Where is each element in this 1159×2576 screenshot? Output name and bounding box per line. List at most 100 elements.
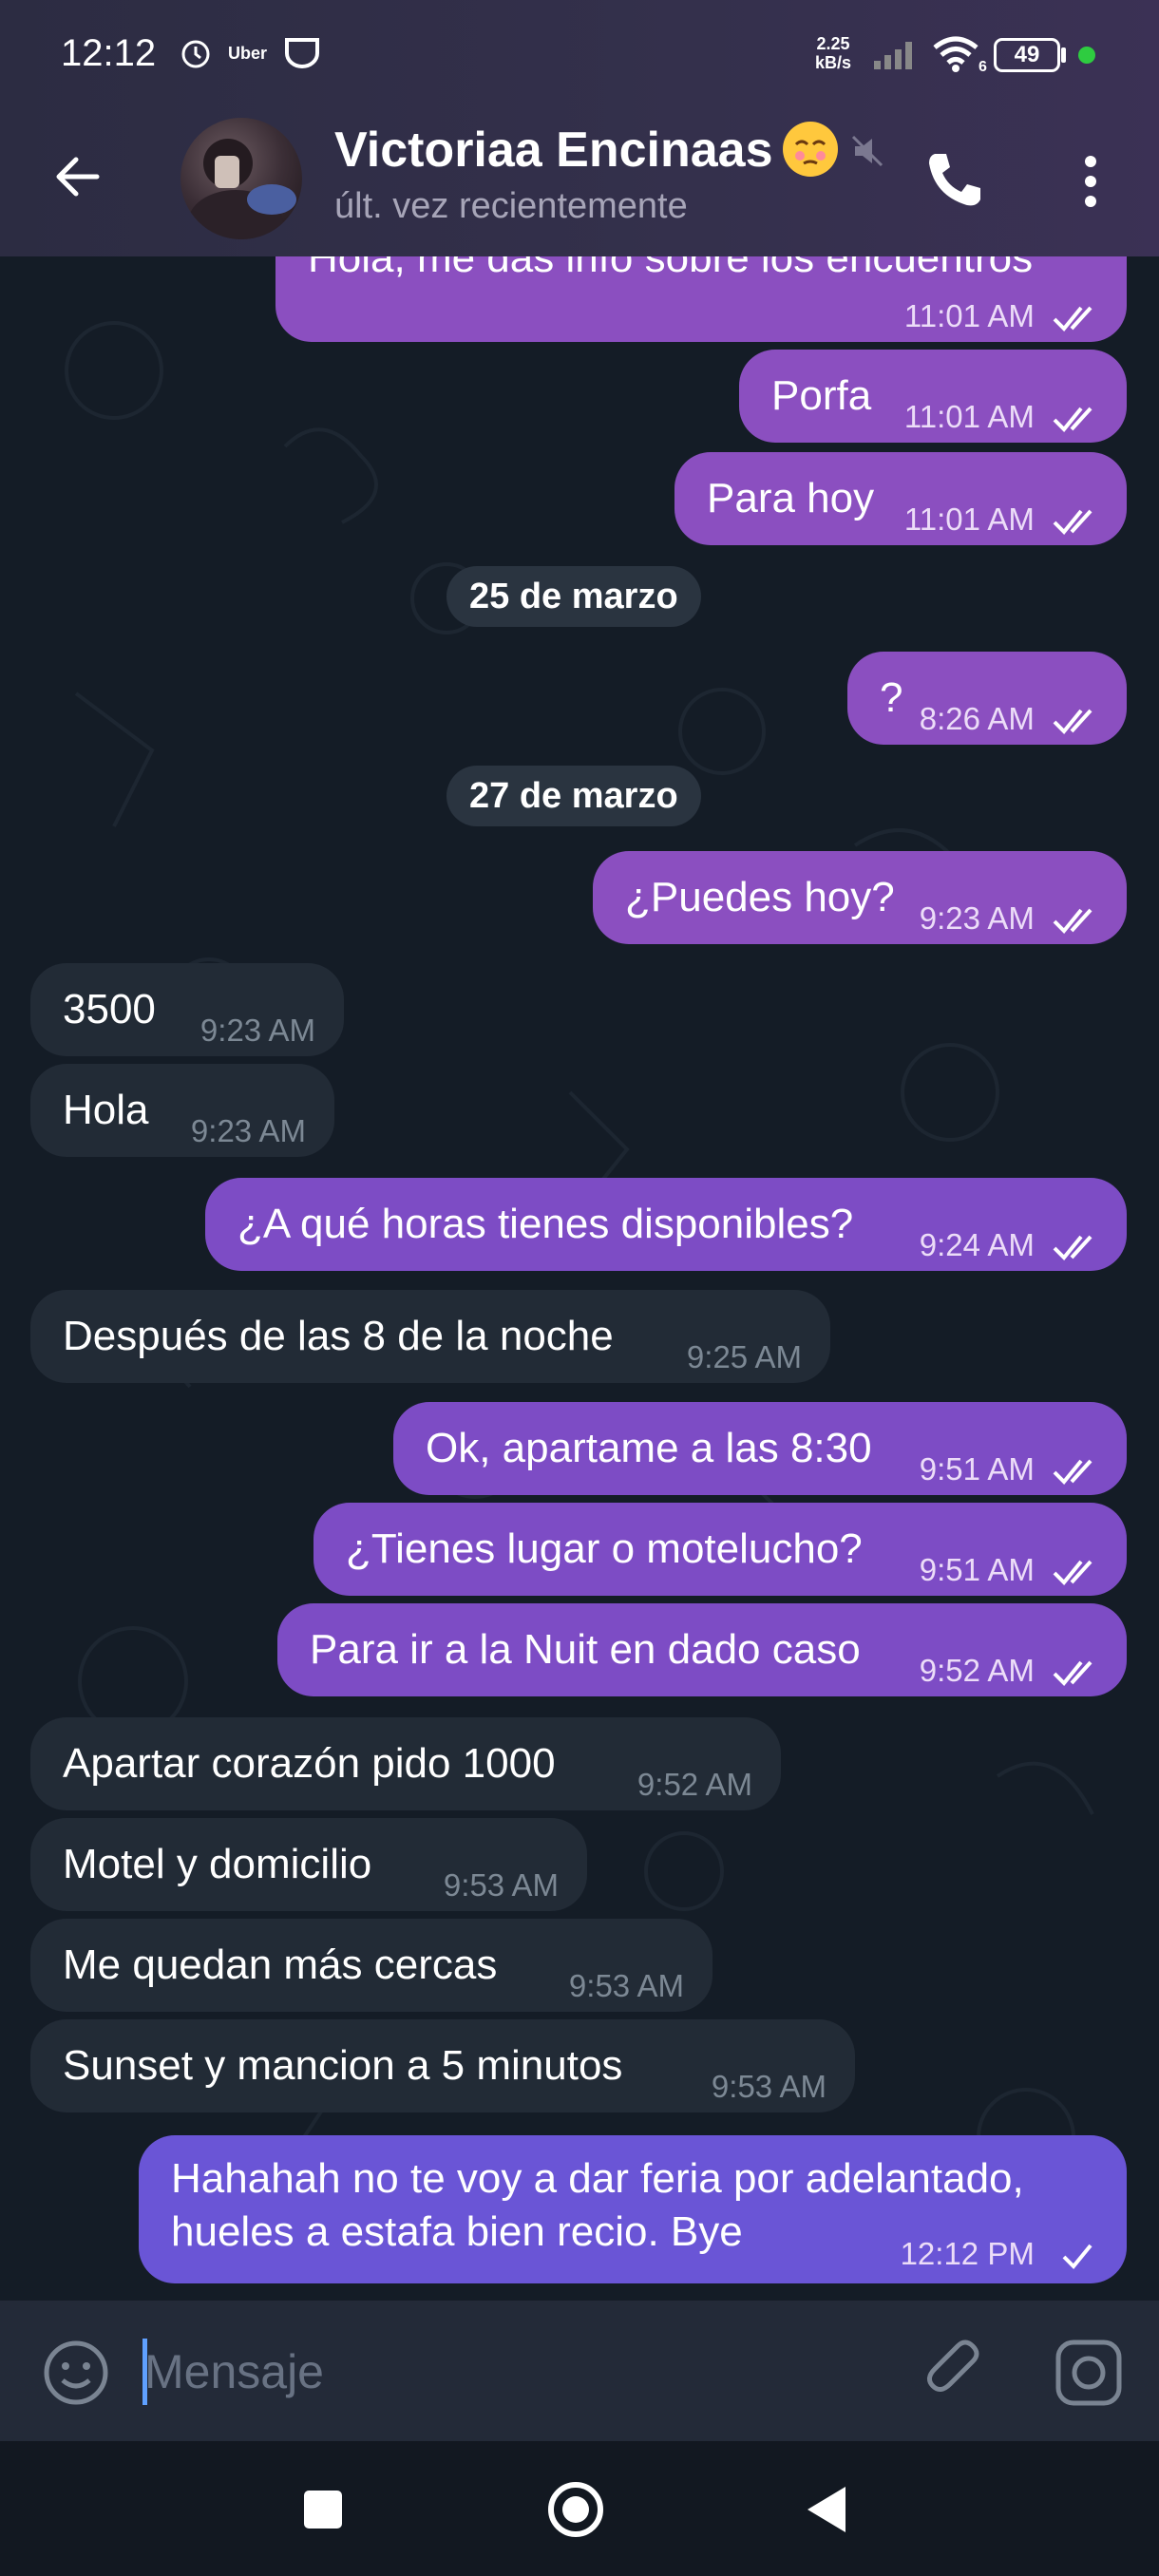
message-text: Para hoy: [707, 475, 875, 521]
message-bubble-outgoing[interactable]: ? 8:26 AM: [847, 652, 1127, 745]
message-time: 9:51 AM: [919, 1552, 1035, 1587]
message-time: 9:53 AM: [711, 2069, 826, 2104]
message-text: Me quedan más cercas: [63, 1941, 498, 1988]
message-time: 9:52 AM: [919, 1653, 1035, 1688]
message-bubble-outgoing[interactable]: ¿A qué horas tienes disponibles? 9:24 AM: [205, 1178, 1127, 1271]
message-time: 11:01 AM: [903, 298, 1035, 333]
message-bubble-outgoing[interactable]: Para ir a la Nuit en dado caso 9:52 AM: [277, 1603, 1127, 1696]
message-text: Porfa: [771, 372, 872, 419]
message-time: 9:52 AM: [636, 1767, 752, 1802]
message-bubble-incoming[interactable]: Me quedan más cercas 9:53 AM: [30, 1919, 712, 2012]
message-bubble-incoming[interactable]: Después de las 8 de la noche 9:25 AM: [30, 1290, 830, 1383]
camera-icon[interactable]: [1053, 2337, 1125, 2409]
double-check-icon: [1053, 1459, 1092, 1486]
top-app-bar: 12:12 Uber 2.25 kB/s 6 49 Victoriaa Enci…: [0, 0, 1159, 256]
battery-icon: 49: [994, 38, 1060, 72]
message-time: 9:23 AM: [200, 1013, 315, 1048]
message-text: Motel y domicilio: [63, 1841, 372, 1887]
message-meta: 9:51 AM: [920, 1544, 1100, 1596]
message-text: Después de las 8 de la noche: [63, 1313, 614, 1359]
message-text: Hola, me das info sobre los encuentros: [308, 256, 1034, 281]
message-bubble-incoming[interactable]: Motel y domicilio 9:53 AM: [30, 1818, 587, 1911]
status-bar: 12:12 Uber 2.25 kB/s 6 49: [0, 0, 1159, 114]
message-bubble-outgoing[interactable]: Porfa 11:01 AM: [739, 350, 1127, 443]
message-bubble-incoming[interactable]: Apartar corazón pido 1000 9:52 AM: [30, 1717, 781, 1810]
message-time: 9:23 AM: [919, 900, 1035, 936]
message-bubble-outgoing[interactable]: ¿Tienes lugar o motelucho? 9:51 AM: [314, 1503, 1127, 1596]
message-text: Para ir a la Nuit en dado caso: [310, 1626, 861, 1673]
message-text: 3500: [63, 986, 156, 1032]
message-meta: 11:01 AM: [904, 494, 1100, 545]
message-time: 12:12 PM: [900, 2236, 1035, 2271]
privacy-indicator-dot: [1078, 47, 1095, 64]
message-time: 9:53 AM: [443, 1867, 559, 1903]
message-time: 8:26 AM: [919, 701, 1035, 736]
message-bubble-outgoing[interactable]: Para hoy 11:01 AM: [674, 452, 1127, 545]
message-meta: 9:23 AM: [920, 893, 1100, 944]
contact-last-seen: últ. vez recientemente: [334, 186, 688, 226]
message-bubble-outgoing[interactable]: Ok, apartame a las 8:30 9:51 AM: [393, 1402, 1127, 1495]
message-text-line: hueles a estafa bien recio. Bye: [171, 2208, 743, 2255]
system-navigation-bar: [0, 2441, 1159, 2576]
message-time: 11:01 AM: [903, 502, 1035, 537]
more-vert-icon[interactable]: [1064, 148, 1117, 215]
message-time: 9:51 AM: [919, 1451, 1035, 1487]
date-separator: 25 de marzo: [446, 566, 701, 627]
double-check-icon: [1053, 709, 1092, 735]
double-check-icon: [1053, 407, 1092, 433]
double-check-icon: [1053, 1660, 1092, 1687]
signal-icon: [874, 42, 912, 69]
uber-icon: Uber: [228, 44, 268, 63]
double-check-icon: [1053, 306, 1092, 332]
message-meta: 11:01 AM: [904, 391, 1100, 443]
message-bubble-outgoing[interactable]: ¿Puedes hoy? 9:23 AM: [593, 851, 1127, 944]
message-bubble-incoming[interactable]: Hola 9:23 AM: [30, 1064, 334, 1157]
wifi-level: 6: [978, 59, 987, 75]
pleading-face-icon: [783, 122, 838, 177]
message-text: ¿Tienes lugar o motelucho?: [346, 1525, 863, 1572]
home-icon[interactable]: [545, 2479, 606, 2540]
message-text: Hahahah no te voy a dar feria por adelan…: [171, 2152, 1024, 2259]
phone-icon[interactable]: [922, 146, 988, 213]
single-check-icon: [1062, 2245, 1092, 2270]
wifi-icon: [933, 36, 978, 72]
message-text: Hola: [63, 1087, 149, 1133]
message-time: 9:23 AM: [190, 1113, 306, 1148]
alarm-icon: [181, 40, 210, 68]
battery-tip: [1061, 47, 1066, 63]
message-time: 11:01 AM: [903, 399, 1035, 434]
message-time: 9:53 AM: [568, 1968, 684, 2003]
message-meta: 9:24 AM: [920, 1220, 1100, 1271]
message-meta: 8:26 AM: [920, 693, 1100, 745]
network-speed: 2.25 kB/s: [815, 34, 852, 72]
back-arrow-icon[interactable]: [48, 146, 108, 207]
message-meta: 9:51 AM: [920, 1444, 1100, 1495]
recents-icon[interactable]: [302, 2489, 344, 2530]
avatar[interactable]: [180, 118, 302, 239]
message-text: ¿Puedes hoy?: [625, 874, 895, 920]
message-bubble-outgoing[interactable]: Hahahah no te voy a dar feria por adelan…: [139, 2135, 1127, 2283]
contact-name[interactable]: Victoriaa Encinaas: [334, 122, 773, 179]
message-input[interactable]: [144, 2329, 885, 2415]
message-bubble-outgoing[interactable]: Hola, me das info sobre los encuentros 1…: [276, 256, 1127, 342]
attach-icon[interactable]: [920, 2337, 988, 2405]
chat-area[interactable]: Hola, me das info sobre los encuentros 1…: [0, 256, 1159, 2301]
message-bubble-incoming[interactable]: Sunset y mancion a 5 minutos 9:53 AM: [30, 2019, 855, 2112]
message-meta: 11:01 AM: [904, 291, 1100, 342]
double-check-icon: [1053, 1560, 1092, 1586]
message-text: Apartar corazón pido 1000: [63, 1740, 556, 1787]
emoji-icon[interactable]: [42, 2339, 110, 2407]
back-nav-icon[interactable]: [804, 2483, 849, 2536]
message-meta: 9:52 AM: [920, 1645, 1100, 1696]
message-text: Ok, apartame a las 8:30: [426, 1425, 872, 1471]
message-text-line: Hahahah no te voy a dar feria por adelan…: [171, 2155, 1024, 2202]
mute-icon: [851, 135, 884, 167]
double-check-icon: [1053, 509, 1092, 536]
message-text: Sunset y mancion a 5 minutos: [63, 2042, 623, 2089]
message-time: 9:25 AM: [686, 1339, 802, 1374]
date-separator: 27 de marzo: [446, 766, 701, 826]
status-time: 12:12: [61, 32, 157, 74]
message-bubble-incoming[interactable]: 3500 9:23 AM: [30, 963, 344, 1056]
message-text: ?: [880, 674, 903, 721]
chat-header: Victoriaa Encinaas últ. vez recientement…: [0, 114, 1159, 256]
